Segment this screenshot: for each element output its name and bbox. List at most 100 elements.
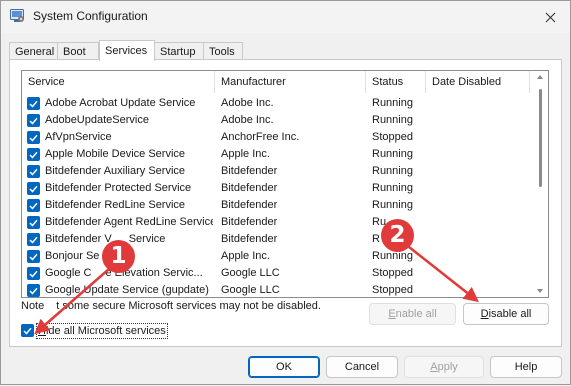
service-row[interactable]: Adobe Acrobat Update Service Adobe Inc. Ru… (22, 95, 530, 112)
service-checkbox[interactable] (27, 182, 40, 195)
service-name: Adobe Acrobat Update Service (45, 95, 213, 112)
service-name-text: Bitdefender Agent RedLine Service (45, 216, 213, 228)
hide-microsoft-services-checkbox[interactable] (21, 324, 34, 337)
column-header-service[interactable]: Service (22, 71, 215, 93)
tab-boot[interactable]: Boot (57, 42, 99, 60)
service-checkbox[interactable] (27, 148, 40, 161)
option-label: ide all Microsoft services (45, 325, 166, 337)
service-name: Bitdefender Agent RedLine Service (45, 214, 213, 231)
service-name-text: AdobeUpdateService (45, 114, 149, 126)
tab-label: Boot (63, 46, 86, 58)
msconfig-app-icon (10, 9, 24, 22)
service-name-text: AfVpnService (45, 131, 112, 143)
service-checkbox[interactable] (27, 114, 40, 127)
column-header-date-disabled[interactable]: Date Disabled (426, 71, 530, 93)
button-label: OK (276, 361, 292, 373)
note-prefix: Note (21, 300, 45, 312)
service-name: Apple Mobile Device Service (45, 146, 213, 163)
enable-all-button[interactable]: Enable all (369, 303, 456, 325)
tab-general[interactable]: General (9, 42, 58, 60)
accelerator-key: A (430, 361, 438, 373)
service-checkbox[interactable] (27, 250, 40, 263)
service-checkbox[interactable] (27, 199, 40, 212)
service-manufacturer: Adobe Inc. (221, 114, 274, 126)
close-icon (545, 12, 555, 22)
service-manufacturer: Adobe Inc. (221, 97, 274, 109)
service-row[interactable]: Bitdefender RedLine Service Bitdefender Ru… (22, 197, 530, 214)
service-checkbox[interactable] (27, 233, 40, 246)
cancel-button[interactable]: Cancel (326, 356, 398, 378)
button-label: Cancel (344, 361, 380, 373)
service-name-text: Bitdefender V (45, 233, 112, 245)
scroll-down-arrow-icon[interactable] (537, 289, 543, 293)
checkmark-icon (23, 327, 32, 335)
tab-services[interactable]: Services (99, 40, 155, 61)
note-text: Note t some secure Microsoft services may… (21, 300, 321, 312)
service-row[interactable]: Bitdefender V Service Bitdefender R (22, 231, 530, 248)
service-row[interactable]: Google Update Service (gupdate) Google LL… (22, 282, 530, 297)
service-date-disabled (432, 129, 526, 146)
service-checkbox[interactable] (27, 216, 40, 229)
service-date-disabled (432, 214, 526, 231)
service-name-text: Apple Mobile Device Service (45, 148, 186, 160)
checkmark-icon (29, 100, 38, 108)
service-status: Stopped (372, 267, 413, 279)
service-manufacturer: Bitdefender (221, 233, 278, 245)
service-row[interactable]: Bitdefender Agent RedLine Service Bitdefe… (22, 214, 530, 231)
hide-microsoft-services-label[interactable]: Hide all Microsoft services (36, 323, 168, 339)
service-name-text: Bitdefender RedLine Service (45, 199, 186, 211)
note-body: t some secure Microsoft services may not… (56, 300, 321, 312)
service-date-disabled (432, 265, 526, 282)
service-row[interactable]: Bonjour Se Apple Inc. Running (22, 248, 530, 265)
service-name-text: Adobe Acrobat Update Service (45, 97, 196, 109)
service-name: Bitdefender Protected Service (45, 180, 213, 197)
service-manufacturer: AnchorFree Inc. (221, 131, 300, 143)
service-row[interactable]: AdobeUpdateService Adobe Inc. Running (22, 112, 530, 129)
checkmark-icon (29, 287, 38, 295)
scroll-thumb[interactable] (539, 89, 542, 187)
service-checkbox[interactable] (27, 131, 40, 144)
service-checkbox[interactable] (27, 284, 40, 297)
tab-label: Services (105, 45, 148, 57)
service-checkbox[interactable] (27, 267, 40, 280)
system-configuration-window: System Configuration General Boot Servic… (0, 0, 571, 385)
disable-all-button[interactable]: Disable all (463, 303, 549, 325)
service-status: Running (372, 165, 413, 177)
service-row[interactable]: AfVpnService AnchorFree Inc. Stopped (22, 129, 530, 146)
service-date-disabled (432, 231, 526, 248)
service-manufacturer: Google LLC (221, 267, 280, 279)
column-label: Manufacturer (221, 76, 286, 88)
vertical-scrollbar[interactable] (533, 71, 548, 297)
service-date-disabled (432, 180, 526, 197)
tab-tools[interactable]: Tools (203, 42, 243, 60)
service-manufacturer: Apple Inc. (221, 250, 270, 262)
service-status: Running (372, 182, 413, 194)
button-label: nable all (395, 308, 437, 320)
service-checkbox[interactable] (27, 165, 40, 178)
scroll-up-arrow-icon[interactable] (537, 75, 543, 79)
service-row[interactable]: Google Ce Elevation Servic... Google LLC S… (22, 265, 530, 282)
checkmark-icon (29, 134, 38, 142)
checkmark-icon (29, 253, 38, 261)
service-name: Bitdefender Auxiliary Service (45, 163, 213, 180)
apply-button[interactable]: Apply (404, 356, 484, 378)
ok-button[interactable]: OK (248, 356, 320, 378)
service-name: AfVpnService (45, 129, 213, 146)
checkmark-icon (29, 185, 38, 193)
tab-label: Tools (209, 46, 235, 58)
service-row[interactable]: Bitdefender Protected Service Bitdefender… (22, 180, 530, 197)
service-date-disabled (432, 163, 526, 180)
column-header-status[interactable]: Status (366, 71, 426, 93)
button-label: isable all (488, 308, 532, 320)
service-checkbox[interactable] (27, 97, 40, 110)
services-list[interactable]: Service Manufacturer Status Date Disable… (21, 70, 549, 298)
service-row[interactable]: Apple Mobile Device Service Apple Inc. Run… (22, 146, 530, 163)
column-header-manufacturer[interactable]: Manufacturer (215, 71, 366, 93)
accelerator-key: H (38, 325, 46, 337)
tab-startup[interactable]: Startup (154, 42, 204, 60)
service-row[interactable]: Bitdefender Auxiliary Service Bitdefender… (22, 163, 530, 180)
help-button[interactable]: Help (490, 356, 562, 378)
annotation-badge-2: 2 (381, 219, 414, 252)
close-button[interactable] (530, 1, 570, 33)
service-manufacturer: Bitdefender (221, 182, 278, 194)
